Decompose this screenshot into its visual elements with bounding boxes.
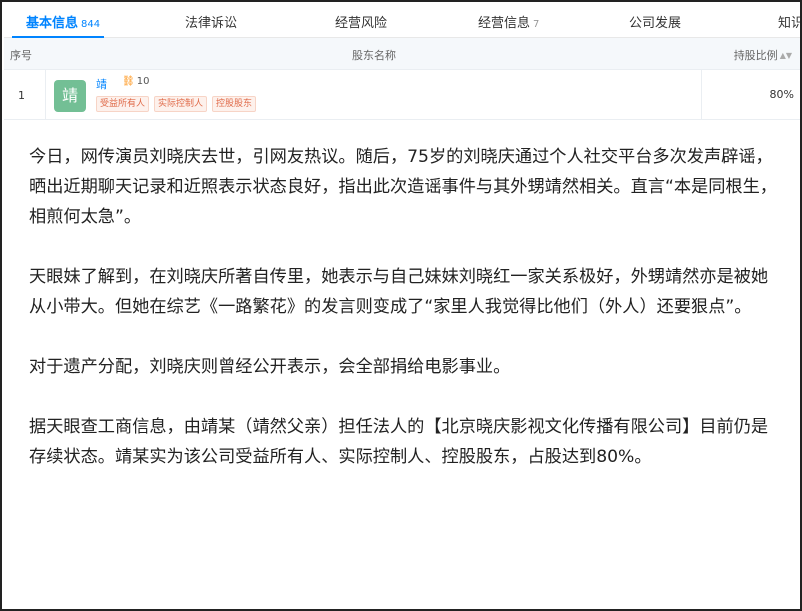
share-ratio-value: 80% (769, 88, 794, 101)
cell-shareholder: 靖 靖 ⛓ 10 受益所有人 实际控制人 控股股东 (46, 70, 702, 120)
role-tags: 受益所有人 实际控制人 控股股东 (96, 96, 261, 112)
shareholder-name-link[interactable]: 靖 (96, 76, 107, 92)
tab-count: 844 (81, 19, 101, 30)
article-body: 今日，网传演员刘晓庆去世，引网友热议。随后，75岁的刘晓庆通过个人社交平台多次发… (29, 142, 781, 472)
tab-development[interactable]: 公司发展 (629, 12, 681, 31)
tab-label: 基本信息 (26, 16, 79, 31)
company-info-card: 基本信息 844 法律诉讼 经营风险 经营信息 7 公司发展 知识 序号 股东名称 … (4, 4, 800, 122)
tab-bar: 基本信息 844 法律诉讼 经营风险 经营信息 7 公司发展 知识 (4, 4, 800, 38)
table-header: 序号 股东名称 持股比例 ▲▼ (4, 38, 800, 70)
tab-business-info[interactable]: 经营信息 7 (478, 12, 539, 31)
header-share-ratio-label: 持股比例 (733, 49, 778, 62)
tab-label: 公司发展 (629, 16, 682, 31)
header-index: 序号 (10, 49, 32, 62)
row-index: 1 (18, 89, 25, 102)
article-paragraph: 今日，网传演员刘晓庆去世，引网友热议。随后，75岁的刘晓庆通过个人社交平台多次发… (29, 147, 777, 227)
link-icon: ⛓ (122, 76, 135, 87)
tab-legal[interactable]: 法律诉讼 (185, 12, 237, 31)
article-paragraph: 对于遗产分配，刘晓庆则曾经公开表示，会全部捐给电影事业。 (29, 357, 511, 377)
tab-business-risk[interactable]: 经营风险 (335, 12, 387, 31)
cell-share-ratio: 80% (702, 70, 800, 120)
tab-label: 经营风险 (335, 16, 388, 31)
tag-actual-controller: 实际控制人 (154, 96, 208, 112)
header-share-ratio[interactable]: 持股比例 ▲▼ (734, 47, 792, 63)
related-count: 10 (136, 76, 150, 87)
tag-controlling-shareholder: 控股股东 (212, 96, 257, 112)
cell-index: 1 (4, 70, 46, 120)
table-row: 1 靖 靖 ⛓ 10 受益所有人 实际控制人 控股股东 80% (4, 70, 800, 120)
sort-icon[interactable]: ▲▼ (780, 51, 792, 60)
avatar: 靖 (54, 80, 86, 112)
related-companies-link[interactable]: ⛓ 10 (122, 76, 149, 87)
tab-count: 7 (533, 19, 540, 30)
tab-label: 知识 (778, 16, 802, 31)
tag-beneficial-owner: 受益所有人 (96, 96, 150, 112)
tab-label: 法律诉讼 (185, 16, 238, 31)
tab-label: 经营信息 (478, 16, 531, 31)
article-paragraph: 天眼妹了解到，在刘晓庆所著自传里，她表示与自己妹妹刘晓红一家关系极好，外甥靖然亦… (29, 267, 769, 317)
article-paragraph: 据天眼查工商信息，由靖某（靖然父亲）担任法人的【北京晓庆影视文化传播有限公司】目… (29, 417, 769, 467)
tab-basic-info[interactable]: 基本信息 844 (26, 12, 100, 31)
header-shareholder-name: 股东名称 (352, 49, 396, 62)
screenshot-frame: 基本信息 844 法律诉讼 经营风险 经营信息 7 公司发展 知识 序号 股东名称 … (0, 0, 802, 611)
tab-knowledge[interactable]: 知识 (778, 12, 802, 31)
